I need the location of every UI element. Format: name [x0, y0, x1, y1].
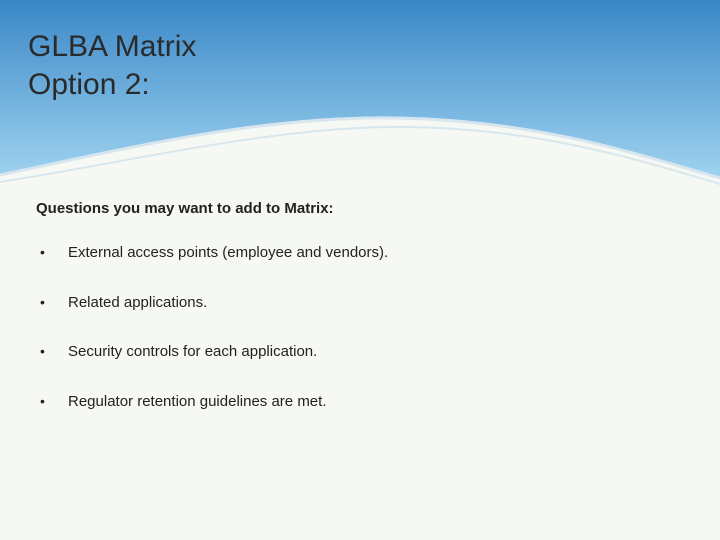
list-item: Regulator retention guidelines are met.	[36, 392, 684, 412]
title-line-1: GLBA Matrix	[28, 28, 196, 66]
subheading: Questions you may want to add to Matrix:	[36, 200, 684, 217]
slide-title: GLBA Matrix Option 2:	[28, 28, 196, 103]
bullet-list: External access points (employee and ven…	[36, 243, 684, 411]
title-line-2: Option 2:	[28, 66, 196, 104]
list-item: Related applications.	[36, 293, 684, 313]
slide: GLBA Matrix Option 2: Questions you may …	[0, 0, 720, 540]
list-item: Security controls for each application.	[36, 342, 684, 362]
slide-body: Questions you may want to add to Matrix:…	[36, 200, 684, 441]
list-item: External access points (employee and ven…	[36, 243, 684, 263]
